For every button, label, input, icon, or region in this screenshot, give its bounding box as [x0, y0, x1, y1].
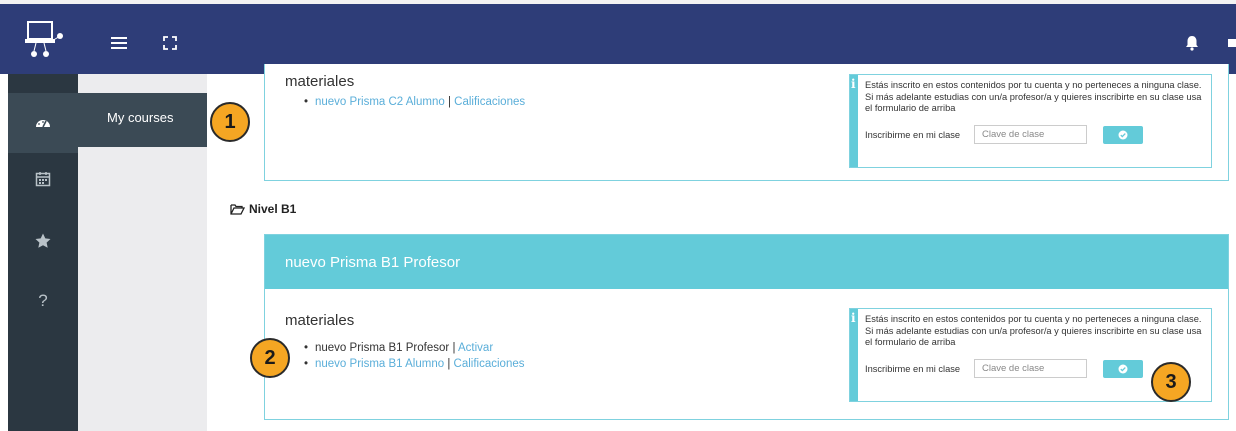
enroll-label: Inscribirme en mi clase [865, 130, 961, 140]
flyout-label: My courses [107, 110, 174, 125]
material-name: nuevo Prisma B1 Profesor [315, 342, 450, 354]
sidebar-item-favorites[interactable] [8, 211, 78, 271]
check-icon [1118, 364, 1128, 374]
submit-key-button[interactable] [1103, 360, 1143, 378]
check-icon [1118, 130, 1128, 140]
materials-list: nuevo Prisma B1 Profesor | Activar nuevo… [303, 340, 524, 372]
help-icon: ? [38, 291, 48, 310]
material-link[interactable]: nuevo Prisma B1 Alumno [315, 358, 444, 370]
activate-link[interactable]: Activar [458, 342, 493, 354]
info-text: Estás inscrito en estos contenidos por t… [865, 314, 1202, 347]
sidebar-item-help[interactable]: ? [8, 271, 78, 331]
materials-title: materiales [285, 73, 355, 90]
materials-title: materiales [285, 312, 355, 329]
materials-list: nuevo Prisma C2 Alumno | Calificaciones [303, 94, 525, 110]
folder-open-icon [230, 204, 245, 215]
submit-key-button[interactable] [1103, 126, 1143, 144]
logo-icon[interactable] [22, 16, 72, 66]
list-item: nuevo Prisma B1 Alumno | Calificaciones [303, 356, 524, 372]
info-text: Estás inscrito en estos contenidos por t… [865, 80, 1202, 113]
icon-sidebar: ? [8, 74, 78, 431]
list-item: nuevo Prisma B1 Profesor | Activar [303, 340, 524, 356]
sidebar-item-my-courses[interactable] [8, 93, 78, 153]
course-panel-b1: nuevo Prisma B1 Profesor materiales nuev… [264, 234, 1229, 420]
grades-link[interactable]: Calificaciones [454, 358, 525, 370]
callout-badge-1: 1 [210, 102, 250, 142]
star-icon [35, 233, 51, 248]
callout-badge-3: 3 [1151, 362, 1191, 402]
dashboard-icon [36, 120, 50, 128]
course-title: nuevo Prisma B1 Profesor [285, 254, 461, 271]
fullscreen-icon[interactable] [163, 36, 177, 50]
level-heading-text: Nivel B1 [249, 202, 297, 216]
menu-toggle-icon[interactable] [111, 37, 127, 49]
bell-icon[interactable] [1185, 35, 1199, 51]
info-icon: i [850, 75, 858, 167]
info-box: i Estás inscrito en estos contenidos por… [849, 74, 1212, 168]
sidebar-item-calendar[interactable] [8, 149, 78, 209]
info-icon: i [850, 309, 858, 401]
main-content: materiales nuevo Prisma C2 Alumno | Cali… [207, 64, 1236, 431]
calendar-icon [35, 172, 51, 187]
callout-badge-2: 2 [250, 338, 290, 378]
class-key-input[interactable]: Clave de clase [974, 125, 1087, 144]
level-heading: Nivel B1 [230, 202, 296, 216]
list-item: nuevo Prisma C2 Alumno | Calificaciones [303, 94, 525, 110]
class-key-input[interactable]: Clave de clase [974, 359, 1087, 378]
material-link[interactable]: nuevo Prisma C2 Alumno [315, 96, 445, 108]
grades-link[interactable]: Calificaciones [454, 96, 525, 108]
envelope-icon[interactable] [1228, 38, 1236, 48]
panel-header: nuevo Prisma B1 Profesor [265, 235, 1228, 289]
course-panel-c2: materiales nuevo Prisma C2 Alumno | Cali… [264, 64, 1229, 181]
enroll-label: Inscribirme en mi clase [865, 364, 961, 374]
